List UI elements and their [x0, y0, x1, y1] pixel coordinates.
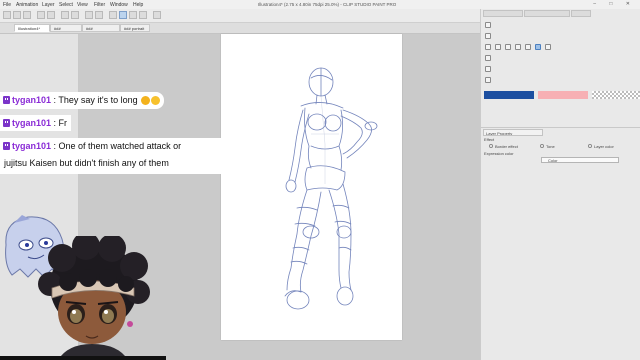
snap-ruler-icon[interactable]: [109, 11, 117, 19]
sub-color-swatch[interactable]: [538, 91, 588, 99]
main-color-swatch[interactable]: [484, 91, 534, 99]
right-dock: [480, 9, 640, 360]
chat-message-1: tygan101 : They say it's to long: [0, 92, 165, 109]
twitch-badge-icon: [3, 142, 10, 150]
tool-icon-3[interactable]: [485, 44, 491, 50]
chat-username: tygan101: [12, 118, 52, 128]
tool-icon-4[interactable]: [485, 55, 491, 61]
menu-view[interactable]: View: [77, 2, 88, 8]
border-effect-icon[interactable]: [489, 144, 493, 148]
clear-icon[interactable]: [61, 11, 69, 19]
twitch-badge-icon: [3, 96, 10, 104]
pen-tool-icon[interactable]: [535, 44, 541, 50]
tool-icon-8[interactable]: [505, 44, 511, 50]
expression-color-dropdown[interactable]: Color: [541, 157, 619, 163]
chat-message-3: tygan101 : One of them watched attack or…: [0, 138, 230, 174]
figure-sketch: [284, 67, 378, 310]
tool-icon-1[interactable]: [485, 22, 491, 28]
open-file-icon[interactable]: [13, 11, 21, 19]
twitch-badge-icon: [3, 119, 10, 127]
canvas-paper[interactable]: [221, 34, 402, 340]
tool-icon-12[interactable]: [545, 44, 551, 50]
panel-tab-2[interactable]: [524, 10, 570, 17]
panel-divider: [481, 127, 640, 128]
panel-tab-1[interactable]: [483, 10, 523, 17]
document-tab-bar: Illustration4* ### ### ### portrait: [0, 23, 480, 34]
tone-label[interactable]: Tone: [546, 144, 555, 149]
undo-icon[interactable]: [37, 11, 45, 19]
chat-text-continuation: jujitsu Kaisen but didn't finish any of …: [4, 158, 169, 168]
tool-icon-5[interactable]: [485, 66, 491, 72]
chat-text: : Fr: [51, 118, 68, 128]
tone-icon[interactable]: [540, 144, 544, 148]
chat-text: : One of them watched attack or: [51, 141, 182, 151]
thumbs-up-emoji-icon: [141, 96, 151, 105]
transparent-color-swatch[interactable]: [592, 91, 640, 99]
window-title: Illustration4* (2.75 x 4.80in 75dpi 25.0…: [258, 2, 397, 7]
fill-icon[interactable]: [71, 11, 79, 19]
snap-grid-icon[interactable]: [129, 11, 137, 19]
layer-icon[interactable]: [153, 11, 161, 19]
expression-color-label: Expression color: [484, 151, 514, 156]
window-controls[interactable]: – □ ✕: [593, 1, 636, 7]
tool-icon-2[interactable]: [485, 33, 491, 39]
layer-color-icon[interactable]: [588, 144, 592, 148]
menu-animation[interactable]: Animation: [16, 2, 38, 8]
chat-message-2: tygan101 : Fr: [0, 115, 72, 131]
tab-document-3[interactable]: ###: [82, 24, 120, 32]
tab-document-2[interactable]: ###: [50, 24, 82, 32]
expression-color-value: Color: [548, 158, 558, 163]
menu-help[interactable]: Help: [133, 2, 143, 8]
menu-filter[interactable]: Filter: [94, 2, 105, 8]
redo-icon[interactable]: [47, 11, 55, 19]
save-icon[interactable]: [23, 11, 31, 19]
menu-select[interactable]: Select: [59, 2, 73, 8]
chat-username: tygan101: [12, 141, 52, 151]
tool-icon-6[interactable]: [485, 77, 491, 83]
deselect-icon[interactable]: [95, 11, 103, 19]
tool-icon-7[interactable]: [495, 44, 501, 50]
menu-file[interactable]: File: [3, 2, 11, 8]
effect-label: Effect: [484, 137, 495, 142]
stream-bar: [0, 356, 166, 360]
menu-layer[interactable]: Layer: [42, 2, 55, 8]
layer-color-label[interactable]: Layer color: [594, 144, 614, 149]
new-file-icon[interactable]: [3, 11, 11, 19]
menu-window[interactable]: Window: [110, 2, 128, 8]
tab-document-4[interactable]: ### portrait: [120, 24, 150, 32]
snap-special-icon[interactable]: [139, 11, 147, 19]
vtuber-avatar-image: [38, 236, 150, 360]
tool-icon-9[interactable]: [515, 44, 521, 50]
layer-property-tab[interactable]: Layer Property: [483, 129, 543, 136]
panel-tab-3[interactable]: [571, 10, 591, 17]
tool-icon-10[interactable]: [525, 44, 531, 50]
chat-text: : They say it's to long: [51, 95, 141, 105]
grinning-emoji-icon: [151, 96, 161, 105]
transform-icon[interactable]: [85, 11, 93, 19]
pen-icon[interactable]: [119, 11, 127, 19]
border-effect-label[interactable]: Border effect: [495, 144, 518, 149]
tab-illustration4[interactable]: Illustration4*: [14, 24, 50, 32]
chat-username: tygan101: [12, 95, 52, 105]
